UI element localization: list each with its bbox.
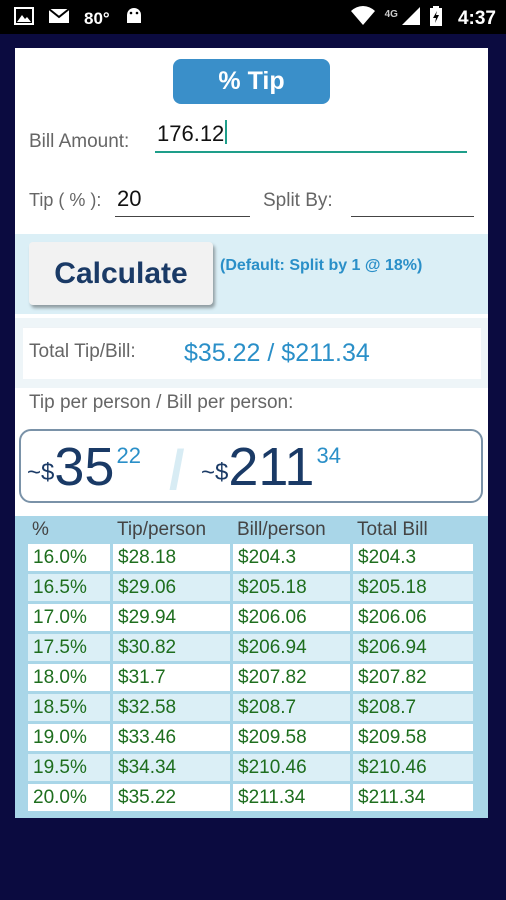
table-header-row: % Tip/person Bill/person Total Bill xyxy=(28,519,473,541)
cell-percent: 16.0% xyxy=(28,544,110,571)
tip-per-person: ~$ 35 22 xyxy=(27,431,141,503)
cell-percent: 17.0% xyxy=(28,604,110,631)
android-icon xyxy=(124,6,144,31)
cell-tip: $33.46 xyxy=(113,724,230,751)
cell-bill: $209.58 xyxy=(233,724,350,751)
tip-table-grid: % Tip/person Bill/person Total Bill 16.0… xyxy=(25,516,476,814)
gallery-icon xyxy=(14,7,34,30)
calculate-band: Calculate (Default: Split by 1 @ 18%) xyxy=(15,234,488,314)
cell-total: $207.82 xyxy=(353,664,473,691)
cell-tip: $32.58 xyxy=(113,694,230,721)
text-cursor xyxy=(225,120,228,144)
cell-bill: $208.7 xyxy=(233,694,350,721)
table-row: 18.0% $31.7 $207.82 $207.82 xyxy=(28,664,473,691)
bill-approx-sign: ~$ xyxy=(201,459,229,486)
cell-percent: 19.0% xyxy=(28,724,110,751)
cell-bill: $210.46 xyxy=(233,754,350,781)
cell-percent: 19.5% xyxy=(28,754,110,781)
table-row: 18.5% $32.58 $208.7 $208.7 xyxy=(28,694,473,721)
bill-per-person-dollars: 211 xyxy=(228,437,315,497)
bill-amount-underline xyxy=(155,151,467,153)
total-tip-bill-label: Total Tip/Bill: xyxy=(29,341,136,362)
header-percent: % xyxy=(32,519,49,540)
per-person-display: ~$ 35 22 / ~$ 211 34 xyxy=(19,429,483,503)
tip-per-person-dollars: 35 xyxy=(54,437,115,497)
cell-bill: $211.34 xyxy=(233,784,350,811)
cell-tip: $30.82 xyxy=(113,634,230,661)
bill-per-person-cents: 34 xyxy=(316,443,341,468)
cell-total: $206.94 xyxy=(353,634,473,661)
tip-title-button[interactable]: % Tip xyxy=(173,59,330,104)
signal-icon xyxy=(401,7,420,30)
cell-total: $210.46 xyxy=(353,754,473,781)
cell-bill: $207.82 xyxy=(233,664,350,691)
cell-total: $204.3 xyxy=(353,544,473,571)
totals-section: Total Tip/Bill: $35.22 / $211.34 xyxy=(15,318,488,388)
cell-total: $211.34 xyxy=(353,784,473,811)
clock-text: 4:37 xyxy=(457,7,496,29)
per-person-label: Tip per person / Bill per person: xyxy=(29,392,294,413)
cell-total: $209.58 xyxy=(353,724,473,751)
calculate-button[interactable]: Calculate xyxy=(29,242,213,305)
table-row: 16.5% $29.06 $205.18 $205.18 xyxy=(28,574,473,601)
bill-amount-label: Bill Amount: xyxy=(29,131,130,152)
table-row: 19.0% $33.46 $209.58 $209.58 xyxy=(28,724,473,751)
cell-percent: 20.0% xyxy=(28,784,110,811)
mail-icon xyxy=(48,8,70,29)
table-row: 17.5% $30.82 $206.94 $206.94 xyxy=(28,634,473,661)
total-tip-bill-value: $35.22 / $211.34 xyxy=(184,339,370,367)
cell-bill: $204.3 xyxy=(233,544,350,571)
cell-tip: $29.06 xyxy=(113,574,230,601)
table-row: 19.5% $34.34 $210.46 $210.46 xyxy=(28,754,473,781)
wifi-icon xyxy=(350,6,375,31)
cell-percent: 17.5% xyxy=(28,634,110,661)
cell-bill: $206.94 xyxy=(233,634,350,661)
cell-percent: 16.5% xyxy=(28,574,110,601)
temperature-text: 80° xyxy=(84,8,110,28)
table-row: 20.0% $35.22 $211.34 $211.34 xyxy=(28,784,473,811)
cell-tip: $29.94 xyxy=(113,604,230,631)
bill-per-person: ~$ 211 34 xyxy=(201,431,341,503)
tip-approx-sign: ~$ xyxy=(27,459,55,486)
header-bill-person: Bill/person xyxy=(237,519,326,540)
status-bar: 80° 4G 4:37 xyxy=(0,0,506,34)
header-total-bill: Total Bill xyxy=(357,519,428,540)
cell-total: $206.06 xyxy=(353,604,473,631)
cell-total: $205.18 xyxy=(353,574,473,601)
totals-row: Total Tip/Bill: $35.22 / $211.34 xyxy=(23,327,481,379)
tip-table: % Tip/person Bill/person Total Bill 16.0… xyxy=(15,516,488,818)
cell-bill: $205.18 xyxy=(233,574,350,601)
cell-tip: $34.34 xyxy=(113,754,230,781)
divider-slash: / xyxy=(169,438,185,501)
tip-calculator-card: % Tip Bill Amount: 176.12 Tip ( % ): 20 … xyxy=(15,48,488,818)
cell-tip: $31.7 xyxy=(113,664,230,691)
split-by-underline xyxy=(351,216,474,217)
battery-icon xyxy=(429,6,442,31)
cell-bill: $206.06 xyxy=(233,604,350,631)
table-row: 17.0% $29.94 $206.06 $206.06 xyxy=(28,604,473,631)
cell-tip: $28.18 xyxy=(113,544,230,571)
bill-amount-input[interactable]: 176.12 xyxy=(157,120,228,147)
split-by-label: Split By: xyxy=(263,190,333,211)
header-tip-person: Tip/person xyxy=(117,519,207,540)
default-note: (Default: Split by 1 @ 18%) xyxy=(220,257,423,274)
tip-per-person-cents: 22 xyxy=(116,443,141,468)
tip-percent-label: Tip ( % ): xyxy=(29,190,102,210)
cell-total: $208.7 xyxy=(353,694,473,721)
network-type-text: 4G xyxy=(384,9,398,20)
tip-percent-underline xyxy=(115,216,250,217)
cell-percent: 18.5% xyxy=(28,694,110,721)
cell-percent: 18.0% xyxy=(28,664,110,691)
table-row: 16.0% $28.18 $204.3 $204.3 xyxy=(28,544,473,571)
cell-tip: $35.22 xyxy=(113,784,230,811)
tip-percent-input[interactable]: 20 xyxy=(117,186,141,212)
bill-amount-value: 176.12 xyxy=(157,121,225,146)
